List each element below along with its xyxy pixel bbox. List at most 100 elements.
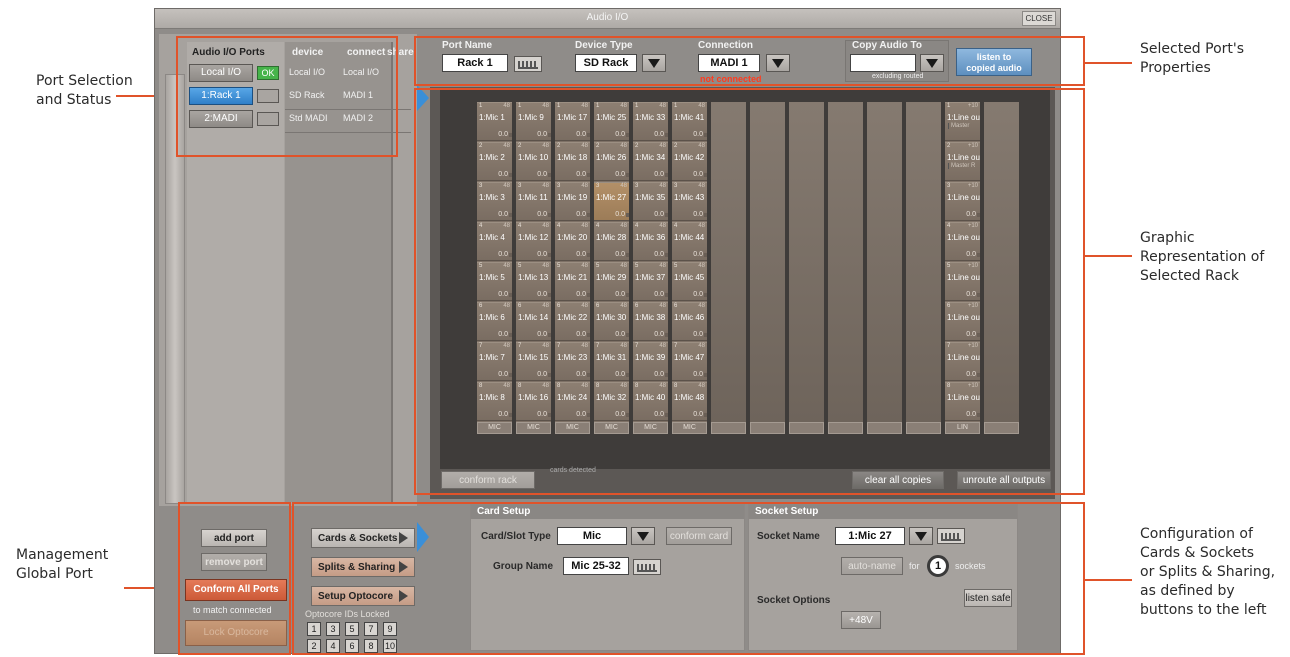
socket-cell[interactable]: 8 +10 1:Line ou 0.0	[945, 382, 980, 421]
optocore-id-box[interactable]: 5	[345, 622, 359, 636]
socket-cell[interactable]: 1 48 1:Mic 1 0.0	[477, 102, 512, 141]
level-readout: 0.0	[498, 331, 512, 338]
socket-cell[interactable]: 5 48 1:Mic 29 0.0	[594, 262, 629, 301]
splits-sharing-button[interactable]: Splits & Sharing	[311, 557, 415, 577]
socket-cell[interactable]: 5 48 1:Mic 37 0.0	[633, 262, 668, 301]
optocore-id-box[interactable]: 10	[383, 639, 397, 653]
optocore-id-box[interactable]: 2	[307, 639, 321, 653]
optocore-id-box[interactable]: 4	[326, 639, 340, 653]
socket-cell[interactable]: 1 48 1:Mic 9 0.0	[516, 102, 551, 141]
phantom-indicator: 48	[620, 303, 627, 309]
level-readout: 0.0	[654, 251, 668, 258]
socket-cell[interactable]: 1 48 1:Mic 17 0.0	[555, 102, 590, 141]
socket-cell[interactable]: 8 48 1:Mic 8 0.0	[477, 382, 512, 421]
socket-cell[interactable]: 6 48 1:Mic 6 0.0	[477, 302, 512, 341]
level-readout: 0.0	[537, 131, 551, 138]
socket-cell[interactable]: 7 48 1:Mic 47 0.0	[672, 342, 707, 381]
socket-cell[interactable]: 7 48 1:Mic 15 0.0	[516, 342, 551, 381]
conform-card-button[interactable]: conform card	[666, 527, 732, 545]
socket-cell[interactable]: 6 +10 1:Line ou 0.0	[945, 302, 980, 341]
socket-cell[interactable]: 1 48 1:Mic 41 0.0	[672, 102, 707, 141]
socket-cell[interactable]: 6 48 1:Mic 14 0.0	[516, 302, 551, 341]
socket-name-dropdown[interactable]	[909, 527, 933, 545]
socket-cell[interactable]: 6 48 1:Mic 46 0.0	[672, 302, 707, 341]
socket-cell[interactable]: 4 48 1:Mic 4 0.0	[477, 222, 512, 261]
socket-cell[interactable]: 7 48 1:Mic 31 0.0	[594, 342, 629, 381]
socket-cell[interactable]: 3 48 1:Mic 27 0.0	[594, 182, 629, 221]
socket-cell[interactable]: 4 48 1:Mic 12 0.0	[516, 222, 551, 261]
conform-rack-button[interactable]: conform rack	[441, 471, 535, 489]
socket-cell[interactable]: 2 48 1:Mic 10 0.0	[516, 142, 551, 181]
socket-cell[interactable]: 3 48 1:Mic 43 0.0	[672, 182, 707, 221]
optocore-id-box[interactable]: 1	[307, 622, 321, 636]
conform-all-ports-button[interactable]: Conform All Ports	[185, 579, 287, 601]
auto-name-button[interactable]: auto-name	[841, 557, 903, 575]
socket-count-field[interactable]: 1	[927, 555, 949, 577]
socket-cell[interactable]: 1 +10 1:Line ou Master	[945, 102, 980, 141]
socket-cell[interactable]: 8 48 1:Mic 16 0.0	[516, 382, 551, 421]
socket-cell[interactable]: 7 48 1:Mic 7 0.0	[477, 342, 512, 381]
optocore-id-box[interactable]: 8	[364, 639, 378, 653]
listen-safe-button[interactable]: listen safe	[964, 589, 1012, 607]
socket-cell[interactable]: 4 48 1:Mic 20 0.0	[555, 222, 590, 261]
optocore-id-box[interactable]: 3	[326, 622, 340, 636]
cards-sockets-button[interactable]: Cards & Sockets	[311, 528, 415, 548]
setup-optocore-button[interactable]: Setup Optocore	[311, 586, 415, 606]
socket-cell[interactable]: 1 48 1:Mic 33 0.0	[633, 102, 668, 141]
group-name-field[interactable]: Mic 25-32	[563, 557, 629, 575]
socket-cell[interactable]: 2 48 1:Mic 18 0.0	[555, 142, 590, 181]
socket-cell[interactable]: 5 48 1:Mic 21 0.0	[555, 262, 590, 301]
lock-optocore-button[interactable]: Lock Optocore	[185, 620, 287, 646]
socket-name-field[interactable]: 1:Mic 27	[835, 527, 905, 545]
socket-cell[interactable]: 2 48 1:Mic 42 0.0	[672, 142, 707, 181]
optocore-id-box[interactable]: 9	[383, 622, 397, 636]
level-readout: 0.0	[654, 171, 668, 178]
phantom-48v-button[interactable]: +48V	[841, 611, 881, 629]
socket-cell[interactable]: 7 48 1:Mic 23 0.0	[555, 342, 590, 381]
level-readout: 0.0	[615, 131, 629, 138]
socket-number: 1	[674, 103, 678, 109]
socket-cell[interactable]: 6 48 1:Mic 22 0.0	[555, 302, 590, 341]
socket-cell[interactable]: 2 +10 1:Line ou Master R	[945, 142, 980, 181]
card-type-dropdown[interactable]	[631, 527, 655, 545]
socket-cell[interactable]: 2 48 1:Mic 2 0.0	[477, 142, 512, 181]
add-port-button[interactable]: add port	[201, 529, 267, 547]
socket-cell[interactable]: 8 48 1:Mic 24 0.0	[555, 382, 590, 421]
socket-cell[interactable]: 7 48 1:Mic 39 0.0	[633, 342, 668, 381]
socket-name: 1:Mic 41	[674, 113, 705, 122]
socket-cell[interactable]: 6 48 1:Mic 38 0.0	[633, 302, 668, 341]
socket-cell[interactable]: 1 48 1:Mic 25 0.0	[594, 102, 629, 141]
socket-cell[interactable]: 3 +10 1:Line ou 0.0	[945, 182, 980, 221]
socket-name: 1:Mic 24	[557, 393, 588, 402]
optocore-id-box[interactable]: 6	[345, 639, 359, 653]
socket-cell[interactable]: 2 48 1:Mic 34 0.0	[633, 142, 668, 181]
level-readout: 0.0	[615, 291, 629, 298]
keyboard-icon[interactable]	[633, 559, 661, 575]
socket-cell[interactable]: 7 +10 1:Line ou 0.0	[945, 342, 980, 381]
socket-cell[interactable]: 4 +10 1:Line ou 0.0	[945, 222, 980, 261]
keyboard-icon[interactable]	[937, 528, 965, 544]
remove-port-button[interactable]: remove port	[201, 553, 267, 571]
socket-cell[interactable]: 3 48 1:Mic 19 0.0	[555, 182, 590, 221]
optocore-id-box[interactable]: 7	[364, 622, 378, 636]
socket-cell[interactable]: 8 48 1:Mic 32 0.0	[594, 382, 629, 421]
socket-cell[interactable]: 3 48 1:Mic 35 0.0	[633, 182, 668, 221]
card-type-field[interactable]: Mic	[557, 527, 627, 545]
socket-cell[interactable]: 6 48 1:Mic 30 0.0	[594, 302, 629, 341]
card-type-label: MIC	[477, 422, 512, 434]
socket-cell[interactable]: 5 48 1:Mic 13 0.0	[516, 262, 551, 301]
socket-cell[interactable]: 5 +10 1:Line ou 0.0	[945, 262, 980, 301]
socket-cell[interactable]: 3 48 1:Mic 3 0.0	[477, 182, 512, 221]
socket-cell[interactable]: 3 48 1:Mic 11 0.0	[516, 182, 551, 221]
socket-cell[interactable]: 8 48 1:Mic 48 0.0	[672, 382, 707, 421]
socket-cell[interactable]: 4 48 1:Mic 28 0.0	[594, 222, 629, 261]
socket-cell[interactable]: 5 48 1:Mic 45 0.0	[672, 262, 707, 301]
clear-all-copies-button[interactable]: clear all copies	[852, 471, 944, 489]
socket-cell[interactable]: 4 48 1:Mic 36 0.0	[633, 222, 668, 261]
socket-cell[interactable]: 4 48 1:Mic 44 0.0	[672, 222, 707, 261]
socket-cell[interactable]: 5 48 1:Mic 5 0.0	[477, 262, 512, 301]
socket-cell[interactable]: 8 48 1:Mic 40 0.0	[633, 382, 668, 421]
socket-cell[interactable]: 2 48 1:Mic 26 0.0	[594, 142, 629, 181]
unroute-all-outputs-button[interactable]: unroute all outputs	[957, 471, 1051, 489]
level-readout: 0.0	[537, 371, 551, 378]
